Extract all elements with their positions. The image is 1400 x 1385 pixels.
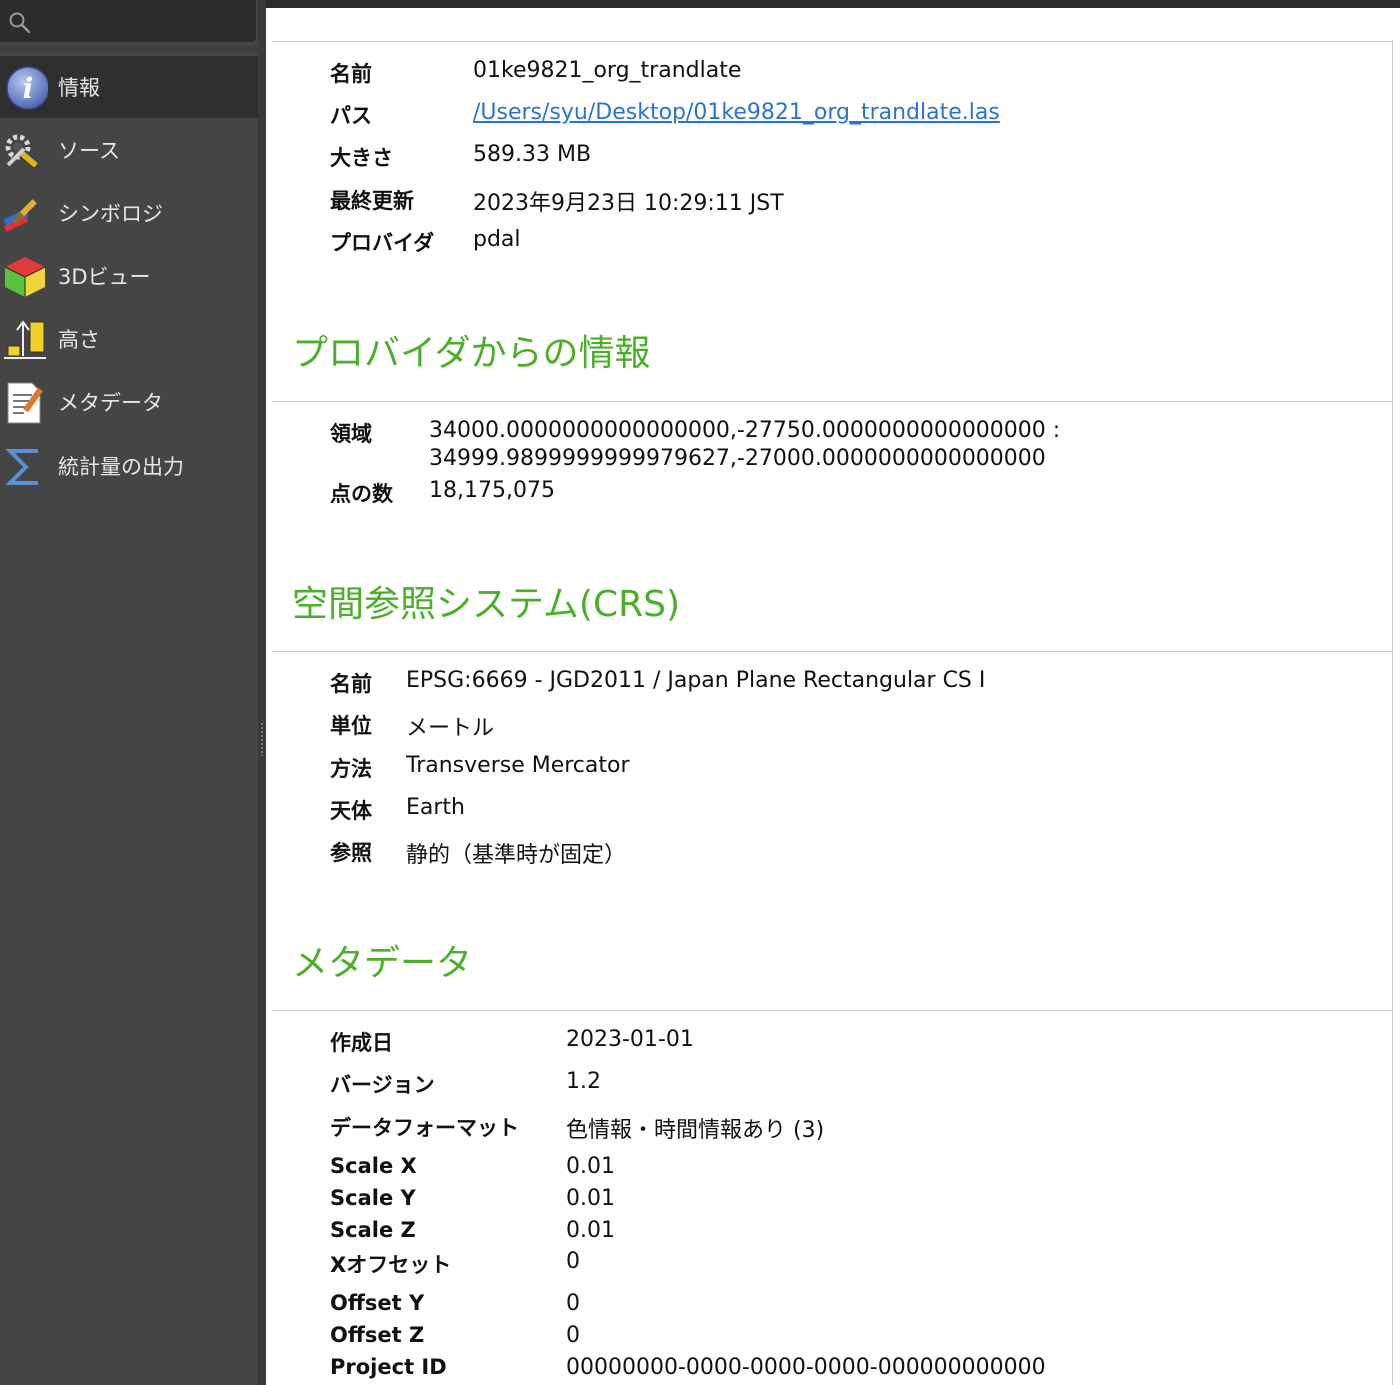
sidebar-item-label: 3Dビュー	[58, 265, 151, 289]
splitter[interactable]	[258, 0, 266, 1385]
row-value-continued: 34999.9899999999979627,-27000.0000000000…	[429, 446, 1046, 471]
sigma-icon	[0, 441, 50, 491]
row-value: 2023-01-01	[566, 1027, 694, 1052]
info-panel: 名前 01ke9821_org_trandlate パス /Users/syu/…	[266, 8, 1400, 1385]
row-key: 天体	[330, 799, 372, 823]
paintbrush-icon	[0, 188, 50, 238]
row-value: 色情報・時間情報あり (3)	[566, 1118, 825, 1143]
divider	[0, 46, 258, 52]
row-key: 点の数	[330, 482, 393, 506]
row-value: 01ke9821_org_trandlate	[473, 58, 742, 83]
row-value: 1.2	[566, 1069, 601, 1094]
row-key: 方法	[330, 757, 372, 781]
sidebar-item-source[interactable]: ソース	[0, 119, 258, 181]
cube-3d-icon	[0, 251, 50, 301]
sidebar-item-label: 統計量の出力	[58, 455, 184, 479]
top-bar	[266, 0, 1400, 8]
sidebar: i 情報 ソース シンボロジ 3Dビュー 高さ メタデータ 統計量の出力	[0, 0, 258, 1385]
metadata-icon	[0, 377, 50, 427]
row-value: 静的（基準時が固定）	[406, 843, 627, 868]
sidebar-item-label: 高さ	[58, 328, 100, 352]
sidebar-item-statistics[interactable]: 統計量の出力	[0, 435, 258, 497]
info-icon: i	[0, 62, 50, 112]
row-value: 2023年9月23日 10:29:11 JST	[473, 191, 784, 216]
sidebar-item-elevation[interactable]: 高さ	[0, 308, 258, 370]
row-key: Project ID	[330, 1355, 447, 1379]
row-value: pdal	[473, 227, 521, 252]
row-value: 18,175,075	[429, 478, 555, 503]
row-value: 0	[566, 1249, 580, 1274]
row-key: Scale Y	[330, 1186, 416, 1210]
sidebar-item-label: メタデータ	[58, 391, 163, 415]
row-key: プロバイダ	[330, 231, 435, 255]
sidebar-item-3d-view[interactable]: 3Dビュー	[0, 245, 258, 307]
row-key: Xオフセット	[330, 1253, 452, 1277]
divider	[1392, 40, 1393, 1385]
tools-icon	[0, 125, 50, 175]
row-value: 0.01	[566, 1218, 615, 1243]
row-key: 名前	[330, 62, 372, 86]
row-value: 0	[566, 1323, 580, 1348]
elevation-icon	[0, 314, 50, 364]
divider	[272, 41, 1392, 42]
row-key: 作成日	[330, 1031, 393, 1055]
sidebar-item-info[interactable]: i 情報	[0, 56, 258, 118]
sidebar-item-metadata[interactable]: メタデータ	[0, 371, 258, 433]
row-value: EPSG:6669 - JGD2011 / Japan Plane Rectan…	[406, 668, 986, 693]
row-value: Transverse Mercator	[406, 753, 630, 778]
row-key: Offset Y	[330, 1291, 425, 1315]
row-value: 0	[566, 1291, 580, 1316]
search-input[interactable]	[0, 0, 256, 42]
row-key: 名前	[330, 672, 372, 696]
row-value: 34000.0000000000000000,-27750.0000000000…	[429, 418, 1061, 443]
row-key: 単位	[330, 714, 372, 738]
path-link[interactable]: /Users/syu/Desktop/01ke9821_org_trandlat…	[473, 100, 1000, 125]
row-value: メートル	[406, 716, 495, 741]
row-key: 領域	[330, 422, 372, 446]
row-value: 589.33 MB	[473, 142, 592, 167]
sidebar-item-label: 情報	[58, 76, 100, 100]
row-key: Scale Z	[330, 1218, 416, 1242]
section-heading-metadata: メタデータ	[292, 943, 473, 984]
row-value: 0.01	[566, 1186, 615, 1211]
row-value: 0.01	[566, 1154, 615, 1179]
divider	[272, 401, 1392, 402]
sidebar-item-label: シンボロジ	[58, 202, 163, 226]
row-key: Scale X	[330, 1154, 417, 1178]
row-key: パス	[330, 104, 372, 128]
row-value: Earth	[406, 795, 465, 820]
row-key: 大きさ	[330, 146, 393, 170]
sidebar-item-label: ソース	[58, 139, 120, 163]
section-heading-provider: プロバイダからの情報	[292, 333, 651, 374]
row-key: 参照	[330, 841, 372, 865]
search-icon	[9, 12, 31, 34]
splitter-handle[interactable]	[260, 722, 264, 756]
row-key: Offset Z	[330, 1323, 425, 1347]
sidebar-item-symbology[interactable]: シンボロジ	[0, 182, 258, 244]
divider	[272, 651, 1392, 652]
row-value: 00000000-0000-0000-0000-000000000000	[566, 1355, 1046, 1380]
svg-text:i: i	[23, 72, 34, 105]
row-key: データフォーマット	[330, 1116, 519, 1140]
divider	[272, 1010, 1392, 1011]
row-key: バージョン	[330, 1073, 435, 1097]
row-key: 最終更新	[330, 189, 414, 213]
section-heading-crs: 空間参照システム(CRS)	[292, 584, 681, 625]
